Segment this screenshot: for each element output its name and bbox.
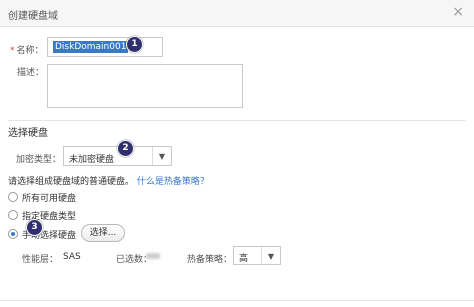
disk-section-title: 选择硬盘 bbox=[8, 128, 48, 139]
footer-divider bbox=[0, 300, 474, 301]
selected-count-value-blurred bbox=[146, 253, 160, 259]
chevron-down-icon: ▼ bbox=[152, 147, 171, 165]
hotspare-label: 热备策略： bbox=[187, 255, 233, 265]
description-textarea[interactable] bbox=[47, 64, 243, 108]
disk-prompt: 请选择组成硬盘域的普通硬盘。 什么是热备策略？ bbox=[8, 177, 209, 187]
description-label: 描述： bbox=[17, 68, 45, 78]
section-divider bbox=[8, 120, 466, 121]
radio-manual[interactable] bbox=[8, 229, 18, 239]
select-disks-button[interactable]: 选择... bbox=[81, 224, 125, 242]
name-label: * 名称： bbox=[10, 46, 44, 56]
dialog-titlebar: 创建硬盘域 × bbox=[0, 0, 474, 27]
hotspare-select[interactable]: 高 ▼ bbox=[233, 246, 281, 265]
callout-badge-1: 1 bbox=[126, 36, 143, 53]
name-input-value: DiskDomain001 bbox=[53, 41, 129, 53]
name-input[interactable]: DiskDomain001 bbox=[47, 37, 163, 57]
radio-all-disks[interactable] bbox=[8, 192, 18, 202]
dialog-title: 创建硬盘域 bbox=[8, 11, 58, 22]
required-mark: * bbox=[10, 46, 15, 56]
tier-label: 性能层： bbox=[22, 255, 59, 265]
encryption-select-value: 未加密硬盘 bbox=[69, 155, 115, 165]
radio-all-disks-label[interactable]: 所有可用硬盘 bbox=[22, 191, 76, 204]
radio-disk-type[interactable] bbox=[8, 210, 18, 220]
hotspare-help-link[interactable]: 什么是热备策略？ bbox=[137, 177, 209, 187]
callout-badge-2: 2 bbox=[117, 140, 134, 157]
chevron-down-icon: ▼ bbox=[261, 247, 280, 264]
tier-value: SAS bbox=[63, 252, 81, 262]
close-icon[interactable]: × bbox=[452, 4, 464, 20]
hotspare-select-value: 高 bbox=[239, 254, 249, 264]
callout-badge-3: 3 bbox=[26, 219, 43, 236]
encryption-label: 加密类型： bbox=[16, 155, 62, 165]
